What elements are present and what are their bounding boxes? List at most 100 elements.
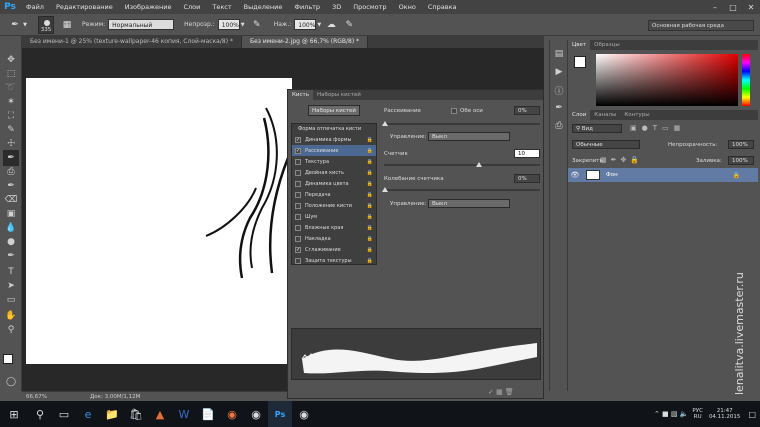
- brush-tool-icon[interactable]: ✒: [8, 18, 22, 32]
- checkbox[interactable]: [295, 213, 301, 220]
- vlc-icon[interactable]: ▲: [148, 401, 172, 427]
- blend-mode-select[interactable]: Обычные: [572, 140, 640, 149]
- app-icon[interactable]: ◉: [292, 401, 316, 427]
- chrome-icon[interactable]: ◉: [220, 401, 244, 427]
- airbrush-icon[interactable]: ☁: [324, 18, 338, 32]
- layer-filter-kind[interactable]: ⚲ Вид: [572, 124, 622, 133]
- opacity-input[interactable]: 100%: [217, 19, 240, 30]
- pressure-dropdown-icon[interactable]: ▼: [316, 18, 322, 32]
- checkbox-checked-icon[interactable]: ✓: [295, 246, 301, 253]
- control-select[interactable]: Выкл: [428, 132, 510, 141]
- count-slider[interactable]: [384, 164, 540, 166]
- lock-icon[interactable]: 🔒: [367, 203, 373, 209]
- lock-icon[interactable]: 🔒: [367, 137, 373, 143]
- color-field[interactable]: [596, 54, 738, 106]
- zoom-tool-icon[interactable]: ⚲: [3, 322, 19, 338]
- lock-icon[interactable]: 🔒: [367, 148, 373, 154]
- menu-3d[interactable]: 3D: [326, 0, 347, 14]
- control2-select[interactable]: Выкл: [428, 199, 510, 208]
- menu-view[interactable]: Просмотр: [347, 0, 392, 14]
- search-icon[interactable]: ⚲: [28, 401, 52, 427]
- tab-layers[interactable]: Слои: [568, 110, 591, 120]
- count-jitter-slider-thumb[interactable]: [382, 187, 388, 192]
- checkbox[interactable]: [295, 224, 301, 231]
- maximize-icon[interactable]: □: [724, 0, 742, 14]
- menu-select[interactable]: Выделение: [238, 0, 289, 14]
- eye-icon[interactable]: 👁: [568, 171, 582, 179]
- brush-preset-picker[interactable]: 335: [38, 15, 54, 34]
- menu-filter[interactable]: Фильтр: [288, 0, 326, 14]
- pressure-opacity-icon[interactable]: ✎: [250, 18, 264, 32]
- close-icon[interactable]: ✕: [742, 0, 760, 14]
- windows-start-icon[interactable]: ⊞: [0, 401, 28, 427]
- checkbox[interactable]: [295, 180, 301, 187]
- pressure-input[interactable]: 100%: [294, 19, 317, 30]
- list-item[interactable]: Передача 🔒: [292, 189, 376, 200]
- lock-icon[interactable]: 🔒: [367, 159, 373, 165]
- checkbox-checked-icon[interactable]: ✓: [295, 147, 301, 154]
- files-icon[interactable]: 📄: [196, 401, 220, 427]
- count-input[interactable]: 10: [514, 149, 540, 158]
- lock-icon[interactable]: 🔒: [367, 247, 373, 253]
- checkbox-checked-icon[interactable]: ✓: [295, 136, 301, 143]
- count-slider-thumb[interactable]: [476, 162, 482, 167]
- notifications-icon[interactable]: □: [748, 410, 756, 419]
- menu-image[interactable]: Изображение: [119, 0, 178, 14]
- tab-brush[interactable]: Кисть: [288, 90, 313, 100]
- both-axes-checkbox[interactable]: [451, 108, 457, 114]
- menu-help[interactable]: Справка: [422, 0, 463, 14]
- lock-icon[interactable]: 🔒: [367, 258, 373, 264]
- opacity-dropdown-icon[interactable]: ▼: [240, 18, 246, 32]
- list-item[interactable]: Накладка 🔒: [292, 233, 376, 244]
- list-item[interactable]: Защита текстуры 🔒: [292, 255, 376, 266]
- mode-select[interactable]: Нормальный: [108, 19, 175, 30]
- list-item[interactable]: Положение кисти 🔒: [292, 200, 376, 211]
- history-panel-icon[interactable]: ▤: [551, 46, 567, 62]
- photoshop-taskbar-icon[interactable]: Ps: [268, 401, 292, 427]
- lock-icon[interactable]: 🔒: [367, 214, 373, 220]
- layer-opacity-value[interactable]: 100%: [728, 140, 754, 149]
- word-icon[interactable]: W: [172, 401, 196, 427]
- scatter-slider-thumb[interactable]: [382, 121, 388, 126]
- foreground-swatch[interactable]: [574, 56, 586, 68]
- steam-icon[interactable]: ◉: [244, 401, 268, 427]
- lock-icons[interactable]: ▦✒✥🔒: [600, 156, 643, 164]
- pen-tool-icon[interactable]: ✒: [3, 248, 19, 264]
- layer-row-background[interactable]: 👁 Фон 🔒: [568, 168, 758, 182]
- list-item[interactable]: Текстура 🔒: [292, 156, 376, 167]
- checkbox[interactable]: [295, 202, 301, 209]
- clone-source-icon[interactable]: ⎙: [551, 118, 567, 134]
- layer-filter-icons[interactable]: ▣●T▭▦: [630, 124, 685, 132]
- info-panel-icon[interactable]: ⓘ: [551, 82, 567, 98]
- zoom-level[interactable]: 66,67%: [26, 394, 76, 400]
- tab-paths[interactable]: Контуры: [620, 110, 653, 120]
- tab-brush-presets[interactable]: Наборы кистей: [313, 90, 365, 100]
- checkbox[interactable]: [295, 191, 301, 198]
- lock-icon[interactable]: 🔒: [367, 225, 373, 231]
- brush-tip-shape-item[interactable]: Форма отпечатка кисти: [292, 124, 376, 134]
- tab-swatches[interactable]: Образцы: [590, 40, 624, 50]
- store-icon[interactable]: 🛍: [124, 401, 148, 427]
- tray-icons[interactable]: ⌃ ■ ▧ 🔈: [654, 410, 688, 418]
- document-canvas[interactable]: [26, 78, 292, 364]
- actions-panel-icon[interactable]: ▶: [551, 64, 567, 80]
- quick-mask-icon[interactable]: ◯: [3, 374, 19, 390]
- list-item[interactable]: ✓ Сглаживание 🔒: [292, 244, 376, 255]
- list-item[interactable]: ✓ Динамика формы 🔒: [292, 134, 376, 145]
- pressure-size-icon[interactable]: ✎: [342, 18, 356, 32]
- menu-file[interactable]: Файл: [20, 0, 50, 14]
- list-item[interactable]: Шум 🔒: [292, 211, 376, 222]
- scatter-value[interactable]: 0%: [514, 106, 540, 115]
- tab-document-2[interactable]: Без имени-2.jpg @ 66,7% (RGB/8) *: [241, 36, 369, 48]
- brush-panel-icon[interactable]: ✒: [551, 100, 567, 116]
- checkbox[interactable]: [295, 169, 301, 176]
- hue-slider[interactable]: [742, 54, 750, 106]
- scatter-slider[interactable]: [384, 123, 540, 125]
- tab-channels[interactable]: Каналы: [590, 110, 620, 120]
- lock-icon[interactable]: 🔒: [367, 181, 373, 187]
- menu-window[interactable]: Окно: [393, 0, 422, 14]
- brush-presets-button[interactable]: Наборы кистей: [308, 105, 360, 116]
- checkbox[interactable]: [295, 257, 301, 264]
- lock-icon[interactable]: 🔒: [367, 192, 373, 198]
- chevron-down-icon[interactable]: ▼: [22, 18, 28, 32]
